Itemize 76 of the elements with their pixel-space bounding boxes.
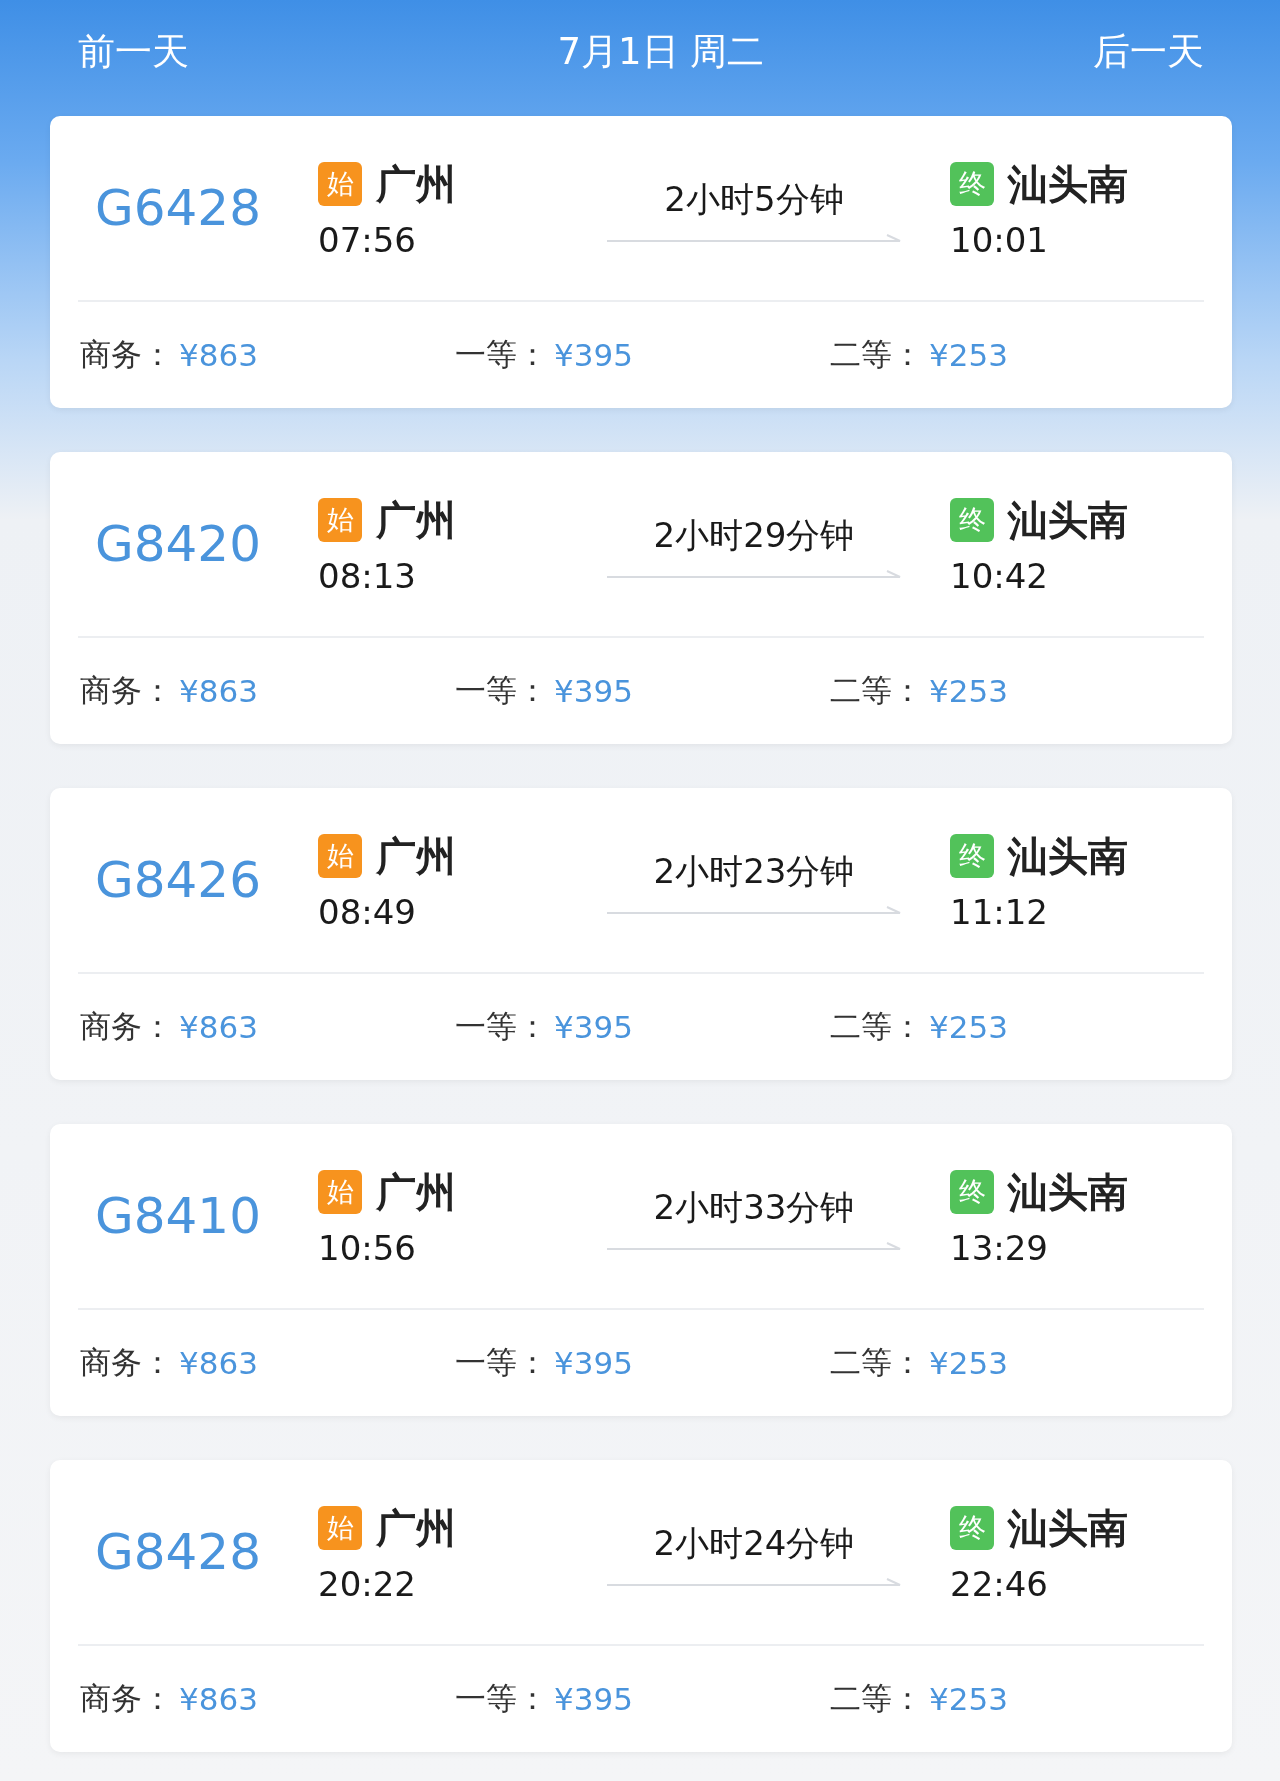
departure-time: 08:13 — [318, 555, 417, 596]
train-card[interactable]: G8410 始 广州 10:56 2小时33分钟 终 汕头南 13:29 商务： ¥863 一等： ¥395 二等： ¥253 — [50, 1124, 1232, 1416]
seat-class-label: 二等： — [830, 335, 923, 374]
train-card[interactable]: G6428 始 广州 07:56 2小时5分钟 终 汕头南 10:01 商务： ¥863 一等： ¥395 二等： ¥253 — [50, 116, 1232, 408]
seat-price: ¥395 — [554, 1345, 633, 1381]
seat-price: ¥395 — [554, 1009, 633, 1045]
seat-price: ¥253 — [929, 1345, 1008, 1381]
train-card[interactable]: G8428 始 广州 20:22 2小时24分钟 终 汕头南 22:46 商务： ¥863 一等： ¥395 二等： ¥253 — [50, 1460, 1232, 1752]
station-name: 广州 — [376, 1503, 456, 1553]
arrival-time: 13:29 — [950, 1227, 1049, 1268]
seat-class-label: 二等： — [830, 1343, 923, 1382]
seat-class-label: 二等： — [830, 1679, 923, 1718]
station-name: 汕头南 — [1008, 159, 1128, 209]
departure-time: 07:56 — [318, 219, 417, 260]
seat-price: ¥253 — [929, 1681, 1008, 1717]
origin-badge: 始 — [318, 1506, 362, 1550]
seat-class-label: 一等： — [455, 671, 548, 710]
train-number: G8426 — [95, 851, 262, 909]
arrival-time: 10:01 — [950, 219, 1049, 260]
seat-price: ¥395 — [554, 337, 633, 373]
seat-price: ¥395 — [554, 673, 633, 709]
seat-price: ¥395 — [554, 1681, 633, 1717]
seat-price: ¥253 — [929, 1009, 1008, 1045]
station-name: 广州 — [376, 159, 456, 209]
arrival-time: 22:46 — [950, 1563, 1049, 1604]
station-name: 广州 — [376, 495, 456, 545]
origin-badge: 始 — [318, 834, 362, 878]
seat-class-label: 一等： — [455, 1679, 548, 1718]
travel-duration: 2小时24分钟 — [653, 1522, 855, 1565]
terminal-badge: 终 — [950, 162, 994, 206]
departure-time: 10:56 — [318, 1227, 417, 1268]
seat-class-label: 商务： — [80, 1007, 173, 1046]
station-name: 广州 — [376, 1167, 456, 1217]
terminal-badge: 终 — [950, 1506, 994, 1550]
origin-badge: 始 — [318, 162, 362, 206]
train-number: G8410 — [95, 1187, 262, 1245]
station-name: 汕头南 — [1008, 831, 1128, 881]
seat-price: ¥253 — [929, 673, 1008, 709]
seat-class-label: 商务： — [80, 1679, 173, 1718]
travel-duration: 2小时29分钟 — [653, 514, 855, 557]
arrival-time: 10:42 — [950, 555, 1049, 596]
seat-class-label: 商务： — [80, 671, 173, 710]
travel-duration: 2小时5分钟 — [664, 178, 844, 221]
seat-class-label: 商务： — [80, 335, 173, 374]
terminal-badge: 终 — [950, 498, 994, 542]
station-name: 汕头南 — [1008, 495, 1128, 545]
station-name: 汕头南 — [1008, 1503, 1128, 1553]
travel-duration: 2小时23分钟 — [653, 850, 855, 893]
seat-class-label: 一等： — [455, 335, 548, 374]
terminal-badge: 终 — [950, 1170, 994, 1214]
seat-price: ¥863 — [179, 1345, 258, 1381]
seat-price: ¥863 — [179, 1681, 258, 1717]
seat-price: ¥863 — [179, 673, 258, 709]
seat-class-label: 商务： — [80, 1343, 173, 1382]
seat-class-label: 二等： — [830, 671, 923, 710]
station-name: 广州 — [376, 831, 456, 881]
terminal-badge: 终 — [950, 834, 994, 878]
departure-time: 20:22 — [318, 1563, 417, 1604]
seat-price: ¥863 — [179, 1009, 258, 1045]
seat-class-label: 一等： — [455, 1007, 548, 1046]
arrival-time: 11:12 — [950, 891, 1049, 932]
train-number: G8420 — [95, 515, 262, 573]
travel-duration: 2小时33分钟 — [653, 1186, 855, 1229]
train-card[interactable]: G8420 始 广州 08:13 2小时29分钟 终 汕头南 10:42 商务： ¥863 一等： ¥395 二等： ¥253 — [50, 452, 1232, 744]
seat-class-label: 二等： — [830, 1007, 923, 1046]
seat-class-label: 一等： — [455, 1343, 548, 1382]
date-label: 7月1日 周二 — [557, 29, 765, 75]
seat-price: ¥253 — [929, 337, 1008, 373]
origin-badge: 始 — [318, 498, 362, 542]
station-name: 汕头南 — [1008, 1167, 1128, 1217]
departure-time: 08:49 — [318, 891, 417, 932]
train-number: G6428 — [95, 179, 262, 237]
train-number: G8428 — [95, 1523, 262, 1581]
origin-badge: 始 — [318, 1170, 362, 1214]
train-card[interactable]: G8426 始 广州 08:49 2小时23分钟 终 汕头南 11:12 商务： ¥863 一等： ¥395 二等： ¥253 — [50, 788, 1232, 1080]
seat-price: ¥863 — [179, 337, 258, 373]
